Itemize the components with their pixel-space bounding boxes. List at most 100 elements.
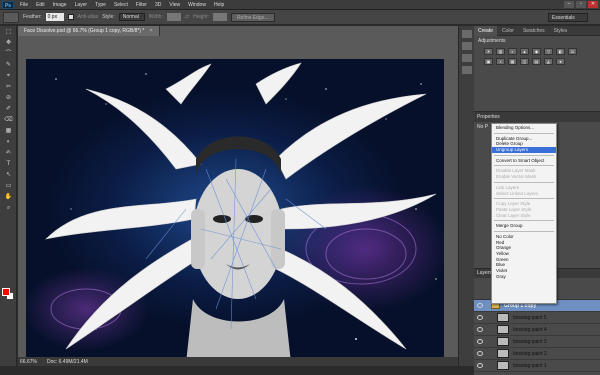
maximize-icon[interactable]: ▫ [576, 1, 586, 8]
adjustment-icon[interactable]: ⚖ [568, 48, 577, 55]
menu-separator [494, 198, 554, 200]
menu-file[interactable]: File [16, 0, 32, 10]
visibility-eye-icon[interactable] [477, 315, 483, 320]
menu-view[interactable]: View [165, 0, 184, 10]
context-menu-item-ungroup-layers[interactable]: Ungroup Layers [492, 147, 556, 153]
tool-icon[interactable]: ⌖ [2, 72, 15, 81]
adjustment-icon[interactable]: ▥ [496, 48, 505, 55]
tab-swatches[interactable]: Swatches [519, 26, 549, 36]
adjustment-icon[interactable]: ◧ [556, 48, 565, 55]
context-menu-item-convert-to-smart-object[interactable]: Convert to Smart Object [492, 158, 556, 164]
tab-color[interactable]: Color [498, 26, 518, 36]
menu-3d[interactable]: 3D [151, 0, 165, 10]
zoom-level[interactable]: 66.67% [20, 359, 37, 365]
context-menu-item-gray[interactable]: Gray [492, 274, 556, 280]
feather-input[interactable]: 0 px [45, 13, 64, 21]
tool-icon[interactable]: ⌕ [2, 204, 15, 213]
menu-type[interactable]: Type [91, 0, 110, 10]
menu-select[interactable]: Select [110, 0, 132, 10]
layer-list: Group 1 copy bossing paint 5 bossing paint… [474, 300, 600, 372]
document-tab[interactable]: Face Dissolve.psd @ 66.7% (Group 1 copy,… [18, 26, 160, 36]
visibility-eye-icon[interactable] [477, 351, 483, 356]
adjustment-icon[interactable]: ☀ [484, 48, 493, 55]
menu-edit[interactable]: Edit [32, 0, 49, 10]
tool-icon[interactable]: ✍ [2, 149, 15, 158]
paragraph-icon[interactable] [462, 66, 472, 74]
adjustment-icon[interactable]: ● [556, 58, 565, 65]
tab-styles[interactable]: Styles [550, 26, 572, 36]
tool-icon[interactable]: ✋ [2, 193, 15, 202]
tool-icon[interactable]: ◐ [2, 138, 15, 147]
adjustment-icon[interactable]: ◆ [532, 48, 541, 55]
properties-title: Properties [474, 112, 600, 122]
context-menu-item-merge-group[interactable]: Merge Group [492, 223, 556, 229]
height-input[interactable] [212, 13, 227, 21]
tool-icon[interactable]: ⊘ [2, 94, 15, 103]
adjustment-icon[interactable]: ▦ [508, 58, 517, 65]
adjustment-icon[interactable]: ◫ [520, 58, 529, 65]
width-label: Width: [148, 14, 163, 20]
tool-icon[interactable]: ✥ [2, 39, 15, 48]
menu-separator [494, 230, 554, 232]
layer-name: bossing paint 5 [513, 314, 547, 321]
workspace-select[interactable]: Essentials [548, 13, 588, 22]
window-controls: – ▫ ✕ [564, 1, 598, 8]
layer-thumbnail [497, 325, 509, 334]
visibility-eye-icon[interactable] [477, 339, 483, 344]
tool-icon[interactable]: ✂ [2, 83, 15, 92]
collapsed-panel-dock [458, 26, 474, 366]
menu-window[interactable]: Window [184, 0, 210, 10]
tool-icon[interactable]: ▦ [2, 127, 15, 136]
close-icon[interactable]: ✕ [588, 1, 598, 8]
adjustment-icon[interactable]: ▲ [520, 48, 529, 55]
adjustment-icon[interactable]: ▽ [544, 48, 553, 55]
tab-close-icon[interactable]: × [150, 28, 153, 34]
visibility-eye-icon[interactable] [477, 327, 483, 332]
tool-icon[interactable]: T [2, 160, 15, 169]
visibility-eye-icon[interactable] [477, 363, 483, 368]
document-canvas[interactable] [26, 59, 444, 363]
character-icon[interactable] [462, 54, 472, 62]
tab-create[interactable]: Create [474, 25, 498, 36]
foreground-color-swatch[interactable] [2, 288, 10, 296]
adjustment-icon[interactable]: ◑ [496, 58, 505, 65]
menu-image[interactable]: Image [49, 0, 71, 10]
actions-icon[interactable] [462, 42, 472, 50]
refine-edge-button[interactable]: Refine Edge... [230, 12, 275, 22]
antialias-checkbox[interactable] [67, 14, 74, 20]
visibility-eye-icon[interactable] [477, 303, 483, 308]
layer-thumbnail [497, 337, 509, 346]
menu-help[interactable]: Help [210, 0, 228, 10]
adjustment-icon[interactable]: ▤ [532, 58, 541, 65]
menu-filter[interactable]: Filter [132, 0, 151, 10]
swap-icon[interactable]: ⇄ [185, 14, 189, 20]
menu-layer[interactable]: Layer [71, 0, 92, 10]
tool-icon[interactable]: ⌒ [2, 50, 15, 59]
history-icon[interactable] [462, 30, 472, 38]
layer-row[interactable]: bossing paint 1 [474, 360, 600, 372]
tool-preset-picker[interactable] [3, 11, 19, 23]
tool-icon[interactable]: ⌫ [2, 116, 15, 125]
context-menu-item-clear-layer-style: Clear Layer Style [496, 212, 531, 218]
layer-name: bossing paint 3 [513, 338, 547, 345]
menu-separator [494, 181, 554, 183]
layer-row[interactable]: bossing paint 3 [474, 336, 600, 348]
tool-icon[interactable]: ✎ [2, 61, 15, 70]
adjustments-grid: ☀ ▥ ◐ ▲ ◆ ▽ ◧ ⚖ ▣ ◑ ▦ ◫ ▤ ◭ ● [474, 46, 600, 67]
tool-icon[interactable]: ⬚ [2, 28, 15, 37]
context-menu-item-blending-options[interactable]: Blending Options... [492, 125, 556, 131]
tool-icon[interactable]: ✐ [2, 105, 15, 114]
layer-row[interactable]: bossing paint 2 [474, 348, 600, 360]
tool-icon[interactable]: ▭ [2, 182, 15, 191]
tool-icon[interactable]: ↖ [2, 171, 15, 180]
layer-row[interactable]: bossing paint 4 [474, 324, 600, 336]
width-input[interactable] [166, 13, 181, 21]
layer-row[interactable]: bossing paint 5 [474, 312, 600, 324]
adjustment-icon[interactable]: ◭ [544, 58, 553, 65]
adjustment-icon[interactable]: ◐ [508, 48, 517, 55]
document-size[interactable]: Doc: 6.49M/21.4M [47, 359, 88, 365]
canvas-artwork [45, 62, 437, 363]
style-select[interactable]: Normal [118, 13, 145, 21]
adjustment-icon[interactable]: ▣ [484, 58, 493, 65]
minimize-icon[interactable]: – [564, 1, 574, 8]
